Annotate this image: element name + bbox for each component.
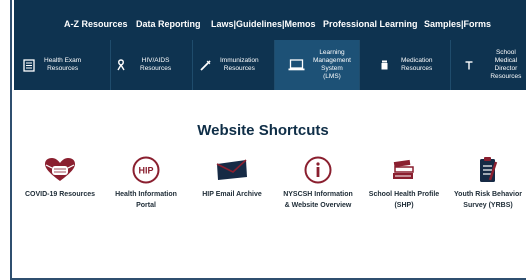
hip-badge-text: HIP (138, 166, 153, 176)
shortcut-label: COVID-19 Resources (24, 191, 96, 198)
shortcut-label: School Health Profile (SHP) (368, 191, 440, 209)
tile-label: HIV/AIDS Resources (140, 57, 172, 72)
tile-label: Immunization Resources (220, 57, 259, 72)
envelope-icon (186, 156, 278, 184)
shortcut-covid-19-resources[interactable]: COVID-19 Resources (14, 156, 106, 200)
shortcut-school-health-profile[interactable]: School Health Profile (SHP) (358, 156, 450, 211)
tile-divider (110, 40, 111, 90)
shortcut-label: HIP Email Archive (202, 191, 262, 198)
tile-immunization-resources[interactable]: Immunization Resources (194, 40, 274, 90)
tile-school-medical-director-resources[interactable]: School Medical Director Resources (451, 40, 526, 90)
tile-label: Medication Resources (401, 57, 433, 72)
resource-icon-bar: Health Exam Resources HIV/AIDS Resources… (14, 40, 526, 90)
nav-a-z-resources[interactable]: A-Z Resources (64, 19, 128, 29)
shortcut-health-information-portal[interactable]: HIP Health Information Portal (100, 156, 192, 211)
top-navigation: A-Z Resources Data Reporting Laws|Guidel… (14, 0, 526, 40)
shortcut-youth-risk-behavior-survey[interactable]: Youth Risk Behavior Survey (YRBS) (442, 156, 526, 211)
clipboard-icon (442, 156, 526, 184)
shortcut-hip-email-archive[interactable]: HIP Email Archive (186, 156, 278, 200)
tile-health-exam-resources[interactable]: Health Exam Resources (22, 40, 108, 90)
pill-bottle-icon (377, 58, 391, 72)
tile-label: School Medical Director Resources (490, 49, 522, 80)
hip-badge-icon: HIP (100, 156, 192, 184)
shortcut-nyscsh-information[interactable]: NYSCSH Information & Website Overview (272, 156, 364, 211)
books-icon (358, 156, 450, 184)
laptop-icon (287, 58, 305, 72)
stethoscope-icon (463, 58, 476, 72)
tile-learning-management-system[interactable]: Learning Management System (LMS) (275, 40, 359, 90)
syringe-icon (198, 58, 212, 72)
left-frame-border (0, 0, 12, 280)
nav-samples-forms[interactable]: Samples|Forms (424, 19, 491, 29)
tile-medication-resources[interactable]: Medication Resources (361, 40, 449, 90)
nav-professional-learning[interactable]: Professional Learning (323, 19, 418, 29)
tile-divider (192, 40, 193, 90)
shortcut-label: Health Information Portal (115, 191, 177, 209)
tile-label: Learning Management System (LMS) (313, 49, 351, 80)
shortcut-label: Youth Risk Behavior Survey (YRBS) (454, 191, 522, 209)
shortcut-label: NYSCSH Information & Website Overview (283, 191, 353, 209)
nav-data-reporting[interactable]: Data Reporting (136, 19, 201, 29)
info-icon (272, 156, 364, 184)
tile-hiv-aids-resources[interactable]: HIV/AIDS Resources (112, 40, 192, 90)
heart-mask-icon (14, 156, 106, 184)
tile-divider (359, 40, 360, 90)
website-shortcuts-title: Website Shortcuts (197, 122, 329, 139)
document-list-icon (22, 58, 36, 72)
tile-label: Health Exam Resources (44, 57, 82, 72)
ribbon-icon (114, 58, 128, 72)
nav-laws-guidelines-memos[interactable]: Laws|Guidelines|Memos (211, 19, 316, 29)
